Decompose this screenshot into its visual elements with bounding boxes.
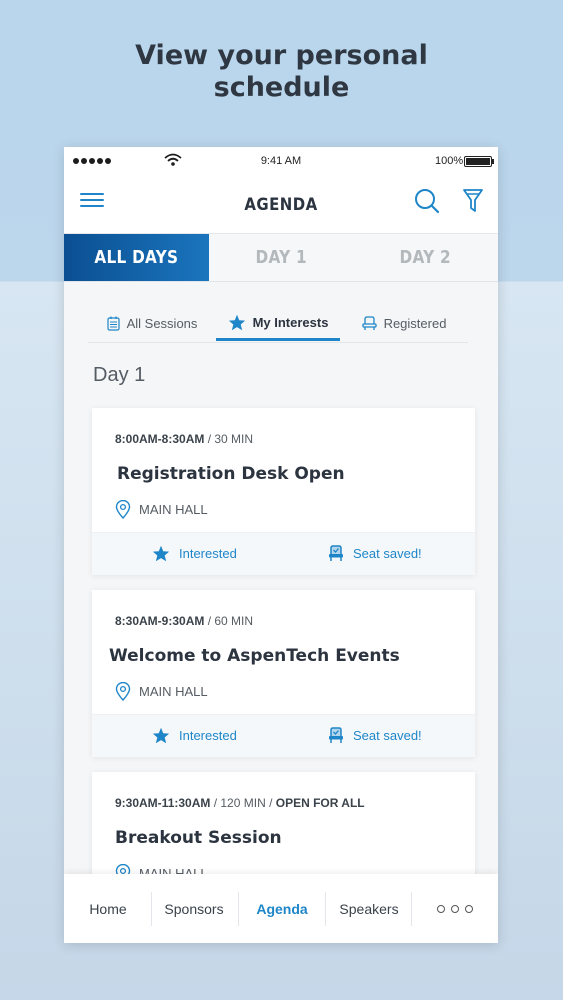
nav-divider: [151, 892, 152, 926]
subtab-registered[interactable]: Registered: [340, 306, 468, 340]
session-card[interactable]: 8:00AM-8:30AM / 30 MIN Registration Desk…: [92, 408, 475, 575]
session-location: MAIN HALL: [115, 500, 208, 519]
subtab-label: My Interests: [252, 314, 329, 330]
subtab-my-interests[interactable]: My Interests: [216, 306, 340, 341]
filter-icon[interactable]: [462, 188, 484, 214]
headline: View your personal schedule: [0, 40, 563, 104]
calendar-icon: [106, 316, 120, 331]
star-icon: [152, 545, 170, 562]
nav-divider: [325, 892, 326, 926]
session-card[interactable]: 8:30AM-9:30AM / 60 MIN Welcome to AspenT…: [92, 590, 475, 757]
session-filter-tabs: All Sessions My Interests Registered: [88, 306, 468, 343]
agenda-content: All Sessions My Interests Registered Day…: [64, 282, 498, 912]
nav-divider: [411, 892, 412, 926]
seat-icon: [329, 545, 343, 561]
headline-line-2: schedule: [213, 72, 350, 103]
day-heading: Day 1: [93, 364, 146, 386]
session-location: MAIN HALL: [115, 682, 208, 701]
battery-percent: 100%: [435, 155, 464, 167]
seat-icon: [329, 727, 343, 743]
more-icon: [437, 904, 473, 913]
nav-sponsors[interactable]: Sponsors: [154, 874, 234, 943]
session-title: Breakout Session: [115, 828, 282, 848]
subtab-label: Registered: [383, 315, 447, 331]
nav-speakers[interactable]: Speakers: [328, 874, 410, 943]
day-tabs: ALL DAYS DAY 1 DAY 2: [64, 234, 498, 282]
star-icon: [152, 727, 170, 744]
bottom-nav: Home Sponsors Agenda Speakers: [64, 874, 498, 943]
session-actions: Interested Seat saved!: [92, 532, 475, 575]
headline-line-1: View your personal: [135, 40, 428, 71]
session-time: 8:00AM-8:30AM / 30 MIN: [115, 432, 254, 446]
location-pin-icon: [115, 500, 131, 519]
session-title: Registration Desk Open: [117, 464, 345, 484]
nav-more[interactable]: [414, 874, 496, 943]
tab-all-days[interactable]: ALL DAYS: [64, 234, 209, 281]
tab-day-1[interactable]: DAY 1: [209, 234, 354, 281]
interested-button[interactable]: Interested: [152, 545, 237, 562]
seat-saved-button[interactable]: Seat saved!: [328, 727, 422, 744]
location-pin-icon: [115, 682, 131, 701]
seat-icon: [361, 315, 377, 330]
star-icon: [228, 314, 245, 330]
session-actions: Interested Seat saved!: [92, 714, 475, 757]
subtab-all-sessions[interactable]: All Sessions: [88, 306, 216, 340]
nav-home[interactable]: Home: [76, 874, 140, 943]
battery-icon: [464, 156, 494, 167]
interested-button[interactable]: Interested: [152, 727, 237, 744]
session-time: 9:30AM-11:30AM / 120 MIN / OPEN FOR ALL: [115, 796, 365, 810]
phone-screen: 9:41 AM 100% AGENDA ALL DAYS DAY 1 DAY 2: [64, 147, 498, 943]
nav-agenda[interactable]: Agenda: [241, 874, 323, 943]
session-title: Welcome to AspenTech Events: [109, 646, 400, 666]
tab-day-2[interactable]: DAY 2: [353, 234, 498, 281]
status-time: 9:41 AM: [260, 155, 302, 167]
nav-bar: AGENDA: [64, 175, 498, 234]
session-time: 8:30AM-9:30AM / 60 MIN: [115, 614, 254, 628]
subtab-label: All Sessions: [126, 315, 198, 331]
search-icon[interactable]: [414, 188, 440, 214]
seat-saved-button[interactable]: Seat saved!: [328, 545, 422, 562]
nav-divider: [238, 892, 239, 926]
status-bar: 9:41 AM 100%: [64, 147, 498, 175]
